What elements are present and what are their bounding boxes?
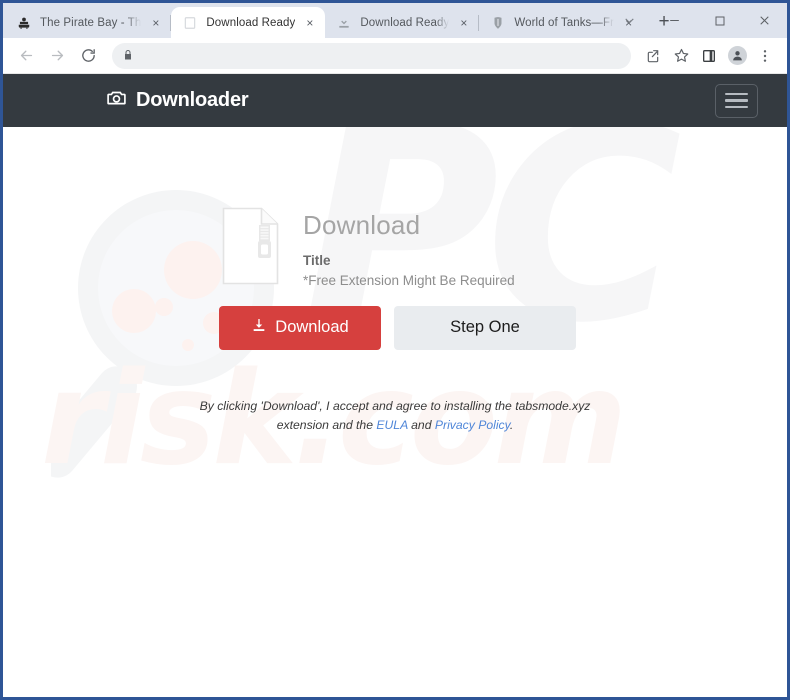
download-title: Title xyxy=(303,252,331,268)
site-header: Downloader xyxy=(3,74,787,127)
download-arrow-icon xyxy=(251,317,267,338)
star-icon[interactable] xyxy=(668,43,694,69)
download-card: Download Title *Free Extension Might Be … xyxy=(3,207,787,288)
browser-tab-0[interactable]: The Pirate Bay - Th × xyxy=(5,7,172,38)
tab-title: World of Tanks—Fr xyxy=(514,16,615,29)
profile-avatar-icon[interactable] xyxy=(724,43,750,69)
browser-tab-1[interactable]: Download Ready × xyxy=(171,7,326,38)
step-one-button-label: Step One xyxy=(450,318,520,337)
minimize-button[interactable] xyxy=(652,3,697,38)
download-button[interactable]: Download xyxy=(219,305,381,350)
camera-icon xyxy=(106,87,127,114)
site-brand[interactable]: Downloader xyxy=(106,87,249,114)
maximize-button[interactable] xyxy=(697,3,742,38)
legal-text-part2: and xyxy=(407,418,435,433)
hamburger-icon[interactable] xyxy=(715,83,758,118)
pirate-bay-icon xyxy=(16,15,32,31)
share-icon[interactable] xyxy=(640,43,666,69)
reload-button[interactable] xyxy=(74,42,102,70)
download-icon xyxy=(336,15,352,31)
zip-file-icon xyxy=(222,207,279,285)
legal-disclaimer: By clicking 'Download', I accept and agr… xyxy=(3,397,787,437)
tab-search-button[interactable] xyxy=(607,3,652,38)
tab-title: The Pirate Bay - Th xyxy=(40,16,142,29)
download-page-content: Download Title *Free Extension Might Be … xyxy=(3,127,787,436)
browser-window: The Pirate Bay - Th × Download Ready × D… xyxy=(0,0,790,700)
blank-page-icon xyxy=(182,15,198,31)
tab-strip: The Pirate Bay - Th × Download Ready × D… xyxy=(3,3,787,38)
extension-note: *Free Extension Might Be Required xyxy=(303,272,515,288)
download-button-label: Download xyxy=(275,318,349,337)
legal-text-part3: . xyxy=(509,418,514,433)
brand-name: Downloader xyxy=(136,89,249,111)
lock-icon xyxy=(122,49,136,63)
tab-close-button[interactable]: × xyxy=(147,14,164,31)
world-of-tanks-icon xyxy=(490,15,506,31)
tab-close-button[interactable]: × xyxy=(455,14,472,31)
close-button[interactable] xyxy=(742,3,787,38)
tab-close-button[interactable]: × xyxy=(301,14,318,31)
three-dot-menu-icon[interactable] xyxy=(752,43,778,69)
browser-tab-2[interactable]: Download Ready × xyxy=(325,7,480,38)
tab-title: Download Ready xyxy=(360,16,450,29)
tab-title: Download Ready xyxy=(206,16,296,29)
side-panel-icon[interactable] xyxy=(696,43,722,69)
privacy-policy-link[interactable]: Privacy Policy xyxy=(435,418,510,432)
address-bar[interactable] xyxy=(112,42,631,69)
action-button-row: Download Step One xyxy=(3,305,787,350)
browser-toolbar xyxy=(3,38,787,74)
back-button[interactable] xyxy=(12,42,40,70)
page-viewport: Downloader PC risk.com Download Title *F… xyxy=(3,74,787,697)
download-card-text: Download Title *Free Extension Might Be … xyxy=(303,207,515,288)
forward-button[interactable] xyxy=(43,42,71,70)
window-controls xyxy=(607,3,787,38)
step-one-button[interactable]: Step One xyxy=(394,305,576,350)
page-title: Download xyxy=(303,210,421,240)
eula-link[interactable]: EULA xyxy=(376,418,407,432)
